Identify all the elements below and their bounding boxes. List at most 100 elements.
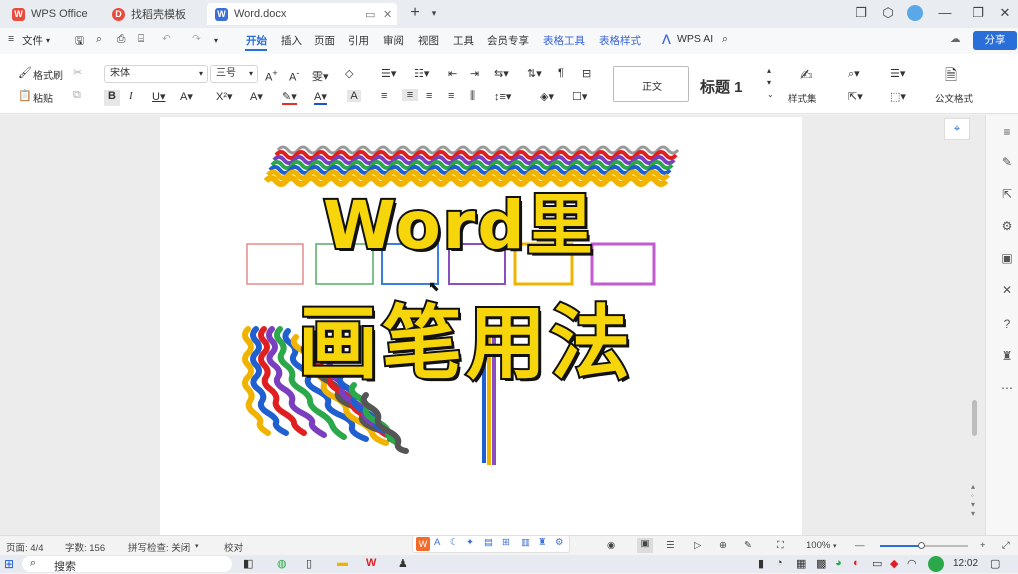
- select-cursor-icon[interactable]: ⇱: [999, 186, 1015, 202]
- char-shading-button[interactable]: A: [347, 90, 361, 102]
- cube-icon[interactable]: ⬡: [878, 4, 898, 22]
- font-color-button[interactable]: A▾: [314, 90, 327, 105]
- styles-scroll-down-icon[interactable]: ▾: [767, 78, 771, 87]
- menu-reference[interactable]: 引用: [348, 33, 369, 48]
- font-size-select[interactable]: 三号 ▾: [210, 65, 258, 83]
- play-icon[interactable]: ▷: [694, 540, 701, 551]
- ai-tool-icon[interactable]: A: [434, 537, 440, 548]
- find-icon[interactable]: ⌕: [96, 33, 102, 46]
- tray-status-icon[interactable]: [928, 556, 944, 572]
- proofread-label[interactable]: 校对: [224, 540, 243, 554]
- word-count[interactable]: 字数: 156: [65, 540, 105, 554]
- rect-red[interactable]: [246, 243, 304, 285]
- tab-template[interactable]: D 找稻壳模板: [104, 3, 194, 25]
- settings-tool-icon[interactable]: ⚙: [555, 537, 564, 548]
- shrink-font-icon[interactable]: A-: [289, 68, 299, 84]
- increase-indent-icon[interactable]: ⇥: [470, 67, 479, 80]
- menu-table-style[interactable]: 表格样式: [599, 33, 641, 48]
- format-painter-button[interactable]: 格式刷: [33, 67, 63, 82]
- cloud-icon[interactable]: ☁: [950, 33, 961, 45]
- text-direction-icon[interactable]: ⇆▾: [494, 67, 509, 80]
- menu-review[interactable]: 审阅: [383, 33, 404, 48]
- sort-icon[interactable]: ⇅▾: [527, 67, 542, 80]
- tray-notification-icon[interactable]: ▢: [990, 557, 1000, 570]
- styles-more-icon[interactable]: ⌄: [767, 90, 774, 99]
- shading-icon[interactable]: ◈▾: [540, 90, 554, 103]
- moon-icon[interactable]: ☾: [450, 537, 459, 548]
- penguin-icon[interactable]: ♟: [398, 557, 408, 570]
- task-view-icon[interactable]: ◧: [243, 557, 253, 570]
- tray-wechat-icon[interactable]: ◕: [835, 557, 842, 569]
- web-view-icon[interactable]: ⊕: [719, 540, 727, 551]
- tab-wps-office[interactable]: W WPS Office: [4, 3, 96, 25]
- zoom-level[interactable]: 100%: [806, 540, 830, 551]
- windows-start-icon[interactable]: ⊞: [4, 557, 14, 571]
- text-effect-button[interactable]: A▾: [250, 90, 263, 103]
- shirt-tool-icon[interactable]: ♜: [538, 537, 547, 548]
- spell-chevron-icon[interactable]: ▾: [195, 542, 199, 550]
- align-center-icon[interactable]: ≡: [402, 89, 418, 101]
- search-icon[interactable]: ⌕: [722, 33, 728, 46]
- phonetic-icon[interactable]: 雯▾: [312, 68, 329, 84]
- eye-icon[interactable]: ◉: [607, 540, 615, 551]
- avatar[interactable]: [907, 5, 923, 21]
- paste-button[interactable]: 粘贴: [33, 90, 53, 105]
- image-icon[interactable]: ▣: [999, 250, 1015, 266]
- file-chevron-icon[interactable]: ▾: [46, 36, 50, 45]
- style-heading-1[interactable]: 标题 1: [700, 76, 743, 97]
- text-tools-icon[interactable]: ☰▾: [890, 67, 905, 80]
- print-preview-icon[interactable]: ⌸: [138, 33, 144, 46]
- show-marks-icon[interactable]: ¶: [558, 67, 564, 79]
- more-icon[interactable]: ⋯: [999, 380, 1015, 396]
- share-button[interactable]: 分享: [973, 31, 1017, 50]
- select-icon[interactable]: ⇱▾: [848, 90, 863, 103]
- tray-battery-icon[interactable]: ▭: [872, 557, 882, 570]
- fullscreen-icon[interactable]: ⤢: [1002, 540, 1010, 551]
- wps-taskbar-icon[interactable]: W: [366, 557, 376, 569]
- strike-button[interactable]: A▾: [180, 90, 193, 103]
- fit-page-icon[interactable]: ⛶: [777, 540, 784, 551]
- file-icon[interactable]: ▯: [306, 557, 312, 570]
- grid-icon[interactable]: ⊞: [502, 537, 510, 548]
- sparkle-icon[interactable]: ✦: [466, 537, 474, 548]
- bullets-button[interactable]: ☰▾: [381, 67, 396, 80]
- wps-tool-icon[interactable]: W: [416, 537, 430, 551]
- menu-wps-ai[interactable]: WPS AI: [677, 33, 713, 45]
- italic-button[interactable]: I: [129, 90, 133, 102]
- superscript-button[interactable]: X²▾: [216, 90, 233, 103]
- list-icon[interactable]: ▤: [484, 537, 493, 548]
- pen-mode-icon[interactable]: ✎: [744, 540, 752, 551]
- location-pin-icon[interactable]: ⌖: [944, 118, 970, 140]
- copy-icon[interactable]: ⧉: [73, 89, 81, 102]
- find-replace-icon[interactable]: ⌕▾: [848, 67, 860, 81]
- bold-button[interactable]: B: [104, 90, 120, 106]
- tray-volume-icon[interactable]: ◔: [776, 557, 783, 569]
- tray-wifi-icon[interactable]: ◠: [907, 557, 917, 570]
- tray-network-icon[interactable]: ▦: [796, 557, 806, 570]
- print-icon[interactable]: ⎙: [117, 33, 125, 46]
- spell-check-status[interactable]: 拼写检查: 关闭: [128, 540, 190, 554]
- style-normal[interactable]: 正文: [613, 66, 689, 102]
- sidebar-collapse-icon[interactable]: ≡: [999, 124, 1015, 140]
- tray-red-icon[interactable]: ◐: [853, 557, 860, 569]
- borders-icon[interactable]: ☐▾: [572, 90, 587, 103]
- justify-icon[interactable]: ≡: [448, 90, 454, 102]
- page-indicator[interactable]: 页面: 4/4: [6, 540, 44, 554]
- new-tab-plus-icon[interactable]: +: [405, 4, 425, 22]
- tab-monitor-icon[interactable]: ▭: [365, 8, 375, 21]
- help-icon[interactable]: ?: [999, 316, 1015, 332]
- zoom-out-icon[interactable]: —: [855, 540, 865, 551]
- tools-icon[interactable]: ✕: [999, 282, 1015, 298]
- taskbar-clock[interactable]: 12:02: [953, 558, 978, 569]
- zoom-slider-handle[interactable]: [918, 542, 925, 549]
- distribute-icon[interactable]: ⫼: [470, 90, 475, 103]
- save-icon[interactable]: 🖫: [75, 33, 84, 51]
- menu-file[interactable]: 文件: [22, 33, 43, 48]
- menu-page[interactable]: 页面: [314, 33, 335, 48]
- folder-icon[interactable]: ▬: [337, 557, 348, 569]
- align-right-icon[interactable]: ≡: [426, 90, 432, 102]
- menu-member[interactable]: 会员专享: [487, 33, 529, 48]
- tab-close-icon[interactable]: ✕: [383, 8, 392, 21]
- grow-font-icon[interactable]: A+: [265, 68, 278, 84]
- cut-icon[interactable]: ✂: [73, 66, 82, 79]
